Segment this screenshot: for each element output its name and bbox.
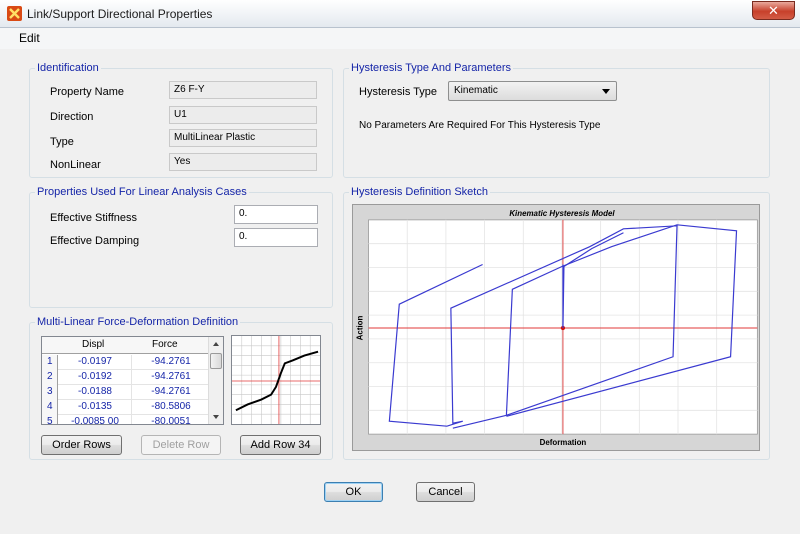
table-row[interactable]: 3 -0.0188 -94.2761 xyxy=(42,385,209,400)
direction-label: Direction xyxy=(50,111,94,123)
hysteresis-sketch-title: Hysteresis Definition Sketch xyxy=(349,186,490,198)
table-row[interactable]: 5 -0.0085 00 -80.0051 xyxy=(42,415,209,424)
close-button[interactable]: ✕ xyxy=(752,1,795,20)
menu-edit[interactable]: Edit xyxy=(19,31,40,45)
effective-damping-label: Effective Damping xyxy=(50,235,140,247)
cell-displ[interactable]: -0.0197 xyxy=(59,355,132,370)
property-name-label: Property Name xyxy=(50,86,124,98)
window-title: Link/Support Directional Properties xyxy=(27,7,213,21)
table-row[interactable]: 2 -0.0192 -94.2761 xyxy=(42,370,209,385)
effective-stiffness-label: Effective Stiffness xyxy=(50,212,138,224)
chevron-down-icon xyxy=(602,89,610,94)
mini-force-deformation-plot xyxy=(231,335,321,425)
cell-force[interactable]: -94.2761 xyxy=(133,385,209,400)
row-number: 5 xyxy=(42,415,58,424)
cell-displ[interactable]: -0.0085 00 xyxy=(59,415,132,424)
cell-force[interactable]: -94.2761 xyxy=(133,355,209,370)
close-icon: ✕ xyxy=(768,3,779,18)
order-rows-button[interactable]: Order Rows xyxy=(41,435,122,455)
effective-damping-input[interactable]: 0. xyxy=(234,228,318,247)
hysteresis-type-value: Kinematic xyxy=(454,85,498,96)
ok-button[interactable]: OK xyxy=(324,482,383,502)
type-label: Type xyxy=(50,136,74,148)
row-number: 2 xyxy=(42,370,58,385)
nonlinear-label: NonLinear xyxy=(50,159,101,171)
cell-force[interactable]: -80.0051 xyxy=(133,415,209,424)
direction-field: U1 xyxy=(169,106,317,124)
mini-plot-grid xyxy=(232,336,320,424)
title-bar: Link/Support Directional Properties ✕ xyxy=(0,0,800,28)
table-header: Displ Force xyxy=(42,337,209,354)
linear-analysis-title: Properties Used For Linear Analysis Case… xyxy=(35,186,249,198)
nonlinear-field: Yes xyxy=(169,153,317,171)
identification-title: Identification xyxy=(35,62,101,74)
column-header-displ: Displ xyxy=(82,339,105,350)
scroll-up-icon[interactable] xyxy=(213,342,219,346)
column-header-force: Force xyxy=(152,339,178,350)
effective-stiffness-input[interactable]: 0. xyxy=(234,205,318,224)
scroll-down-icon[interactable] xyxy=(213,415,219,419)
sketch-plot-title: Kinematic Hysteresis Model xyxy=(509,209,615,218)
hysteresis-type-label: Hysteresis Type xyxy=(359,86,438,98)
cell-force[interactable]: -94.2761 xyxy=(133,370,209,385)
type-field: MultiLinear Plastic xyxy=(169,129,317,147)
table-row[interactable]: 1 -0.0197 -94.2761 xyxy=(42,355,209,370)
sketch-y-label: Action xyxy=(356,316,365,341)
force-deformation-table[interactable]: Displ Force 1 -0.0197 -94.2761 2 -0.0192 -94.… xyxy=(41,336,224,425)
add-row-button[interactable]: Add Row 34 xyxy=(240,435,321,455)
hysteresis-type-select[interactable]: Kinematic xyxy=(448,81,617,101)
hysteresis-message: No Parameters Are Required For This Hyst… xyxy=(359,120,601,131)
cancel-button[interactable]: Cancel xyxy=(416,482,475,502)
row-number: 3 xyxy=(42,385,58,400)
hysteresis-type-title: Hysteresis Type And Parameters xyxy=(349,62,513,74)
cell-displ[interactable]: -0.0192 xyxy=(59,370,132,385)
cell-force[interactable]: -80.5806 xyxy=(133,400,209,415)
multilinear-title: Multi-Linear Force-Deformation Definitio… xyxy=(35,316,241,328)
table-scrollbar[interactable] xyxy=(208,337,223,424)
app-icon xyxy=(7,6,22,21)
hysteresis-sketch-plot: Kinematic Hysteresis Model Deformation A… xyxy=(352,204,760,451)
menu-bar: Edit xyxy=(0,28,800,49)
cell-displ[interactable]: -0.0188 xyxy=(59,385,132,400)
row-number: 4 xyxy=(42,400,58,415)
sketch-x-label: Deformation xyxy=(540,438,587,447)
scroll-thumb[interactable] xyxy=(210,353,222,369)
table-row[interactable]: 4 -0.0135 -80.5806 xyxy=(42,400,209,415)
property-name-field: Z6 F-Y xyxy=(169,81,317,99)
cell-displ[interactable]: -0.0135 xyxy=(59,400,132,415)
row-number: 1 xyxy=(42,355,58,370)
delete-row-button[interactable]: Delete Row xyxy=(141,435,221,455)
